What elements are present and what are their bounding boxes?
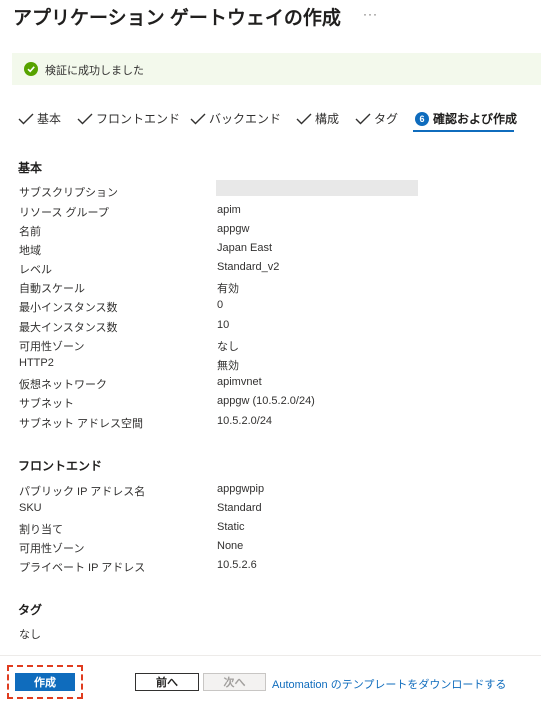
tab-review-create[interactable]: 6 確認および作成 bbox=[415, 110, 517, 127]
row-key: プライベート IP アドレス bbox=[19, 562, 146, 574]
row-value: appgwpip bbox=[217, 483, 265, 495]
row-key: 地域 bbox=[19, 245, 41, 257]
row-key: サブネット bbox=[19, 398, 74, 410]
create-button-highlight: 作成 bbox=[7, 665, 83, 699]
row-key: 自動スケール bbox=[19, 283, 85, 295]
check-icon bbox=[190, 113, 206, 124]
row-value: 有効 bbox=[217, 283, 239, 295]
row-key: サブネット アドレス空間 bbox=[19, 418, 144, 430]
tab-label: バックエンド bbox=[209, 112, 282, 126]
check-icon bbox=[355, 113, 371, 124]
summary-row: サブスクリプション bbox=[0, 180, 541, 203]
summary-row: リソース グループ apim bbox=[0, 204, 541, 223]
redacted-value bbox=[216, 180, 418, 196]
row-value: 10.5.2.0/24 bbox=[217, 415, 273, 427]
summary-row: プライベート IP アドレス 10.5.2.6 bbox=[0, 559, 541, 578]
check-icon bbox=[296, 113, 312, 124]
check-circle-icon bbox=[24, 62, 38, 76]
summary-row: 仮想ネットワーク apimvnet bbox=[0, 376, 541, 395]
row-value: appgw bbox=[217, 223, 250, 235]
check-icon bbox=[77, 113, 93, 124]
summary-row: 最小インスタンス数 0 bbox=[0, 299, 541, 318]
row-value: なし bbox=[217, 341, 239, 353]
row-key: 名前 bbox=[19, 226, 41, 238]
row-value: Static bbox=[217, 521, 245, 533]
tab-label: 確認および作成 bbox=[433, 112, 518, 126]
summary-row: 可用性ゾーン なし bbox=[0, 338, 541, 357]
row-key: サブスクリプション bbox=[19, 187, 118, 199]
active-tab-indicator bbox=[413, 130, 514, 132]
summary-row: 名前 appgw bbox=[0, 223, 541, 242]
row-key: HTTP2 bbox=[19, 357, 54, 369]
tab-tags[interactable]: タグ bbox=[355, 110, 398, 127]
tab-backend[interactable]: バックエンド bbox=[190, 110, 281, 127]
row-key: 最小インスタンス数 bbox=[19, 302, 118, 314]
summary-row: HTTP2 無効 bbox=[0, 357, 541, 376]
tab-label: 基本 bbox=[37, 112, 62, 126]
summary-row: SKU Standard bbox=[0, 502, 541, 521]
tab-frontend[interactable]: フロントエンド bbox=[77, 110, 180, 127]
check-icon bbox=[18, 113, 34, 124]
previous-button[interactable]: 前へ bbox=[135, 673, 199, 691]
row-key: レベル bbox=[19, 264, 52, 276]
tab-basics[interactable]: 基本 bbox=[18, 110, 61, 127]
row-value: appgw (10.5.2.0/24) bbox=[217, 395, 315, 407]
basics-section-title: 基本 bbox=[18, 161, 43, 175]
summary-row: パブリック IP アドレス名 appgwpip bbox=[0, 483, 541, 502]
row-key: パブリック IP アドレス名 bbox=[19, 486, 146, 498]
row-value: 10.5.2.6 bbox=[217, 559, 257, 571]
row-key: SKU bbox=[19, 502, 42, 514]
create-button[interactable]: 作成 bbox=[15, 673, 75, 691]
tags-section-title: タグ bbox=[18, 603, 43, 617]
summary-row: 割り当て Static bbox=[0, 521, 541, 540]
tab-configuration[interactable]: 構成 bbox=[296, 110, 339, 127]
frontend-section-title: フロントエンド bbox=[18, 459, 103, 473]
row-key: 可用性ゾーン bbox=[19, 341, 85, 353]
summary-row: 可用性ゾーン None bbox=[0, 540, 541, 559]
summary-row: サブネット アドレス空間 10.5.2.0/24 bbox=[0, 415, 541, 434]
summary-row: 自動スケール 有効 bbox=[0, 280, 541, 299]
step-number-badge: 6 bbox=[415, 111, 429, 126]
tags-value: なし bbox=[19, 629, 41, 641]
row-value: apimvnet bbox=[217, 376, 262, 388]
row-value: 0 bbox=[217, 299, 224, 311]
next-button[interactable]: 次へ bbox=[203, 673, 266, 691]
row-value: apim bbox=[217, 204, 241, 216]
validation-success-banner: 検証に成功しました bbox=[12, 53, 541, 85]
row-key: 割り当て bbox=[19, 524, 63, 536]
row-value: 無効 bbox=[217, 360, 239, 372]
more-options-button[interactable]: ··· bbox=[363, 7, 378, 21]
summary-row: サブネット appgw (10.5.2.0/24) bbox=[0, 395, 541, 414]
row-key: 仮想ネットワーク bbox=[19, 379, 107, 391]
download-automation-template-link[interactable]: Automation のテンプレートをダウンロードする bbox=[272, 676, 506, 692]
page-title: アプリケーション ゲートウェイの作成 bbox=[13, 8, 341, 29]
tab-label: タグ bbox=[374, 112, 399, 126]
summary-row: 最大インスタンス数 10 bbox=[0, 319, 541, 338]
summary-row: 地域 Japan East bbox=[0, 242, 541, 261]
row-key: 可用性ゾーン bbox=[19, 543, 85, 555]
row-value: Standard_v2 bbox=[217, 261, 280, 273]
row-value: Japan East bbox=[217, 242, 273, 254]
banner-message: 検証に成功しました bbox=[45, 65, 144, 77]
footer-divider bbox=[0, 655, 541, 656]
row-value: Standard bbox=[217, 502, 262, 514]
row-value: None bbox=[217, 540, 244, 552]
wizard-tabs: 基本 フロントエンド バックエンド 構成 タグ 6 確認および作成 bbox=[0, 106, 541, 132]
tab-label: フロントエンド bbox=[96, 112, 181, 126]
row-value: 10 bbox=[217, 319, 230, 331]
row-key: 最大インスタンス数 bbox=[19, 322, 118, 334]
summary-row: レベル Standard_v2 bbox=[0, 261, 541, 280]
tab-label: 構成 bbox=[315, 112, 340, 126]
row-key: リソース グループ bbox=[19, 207, 109, 219]
